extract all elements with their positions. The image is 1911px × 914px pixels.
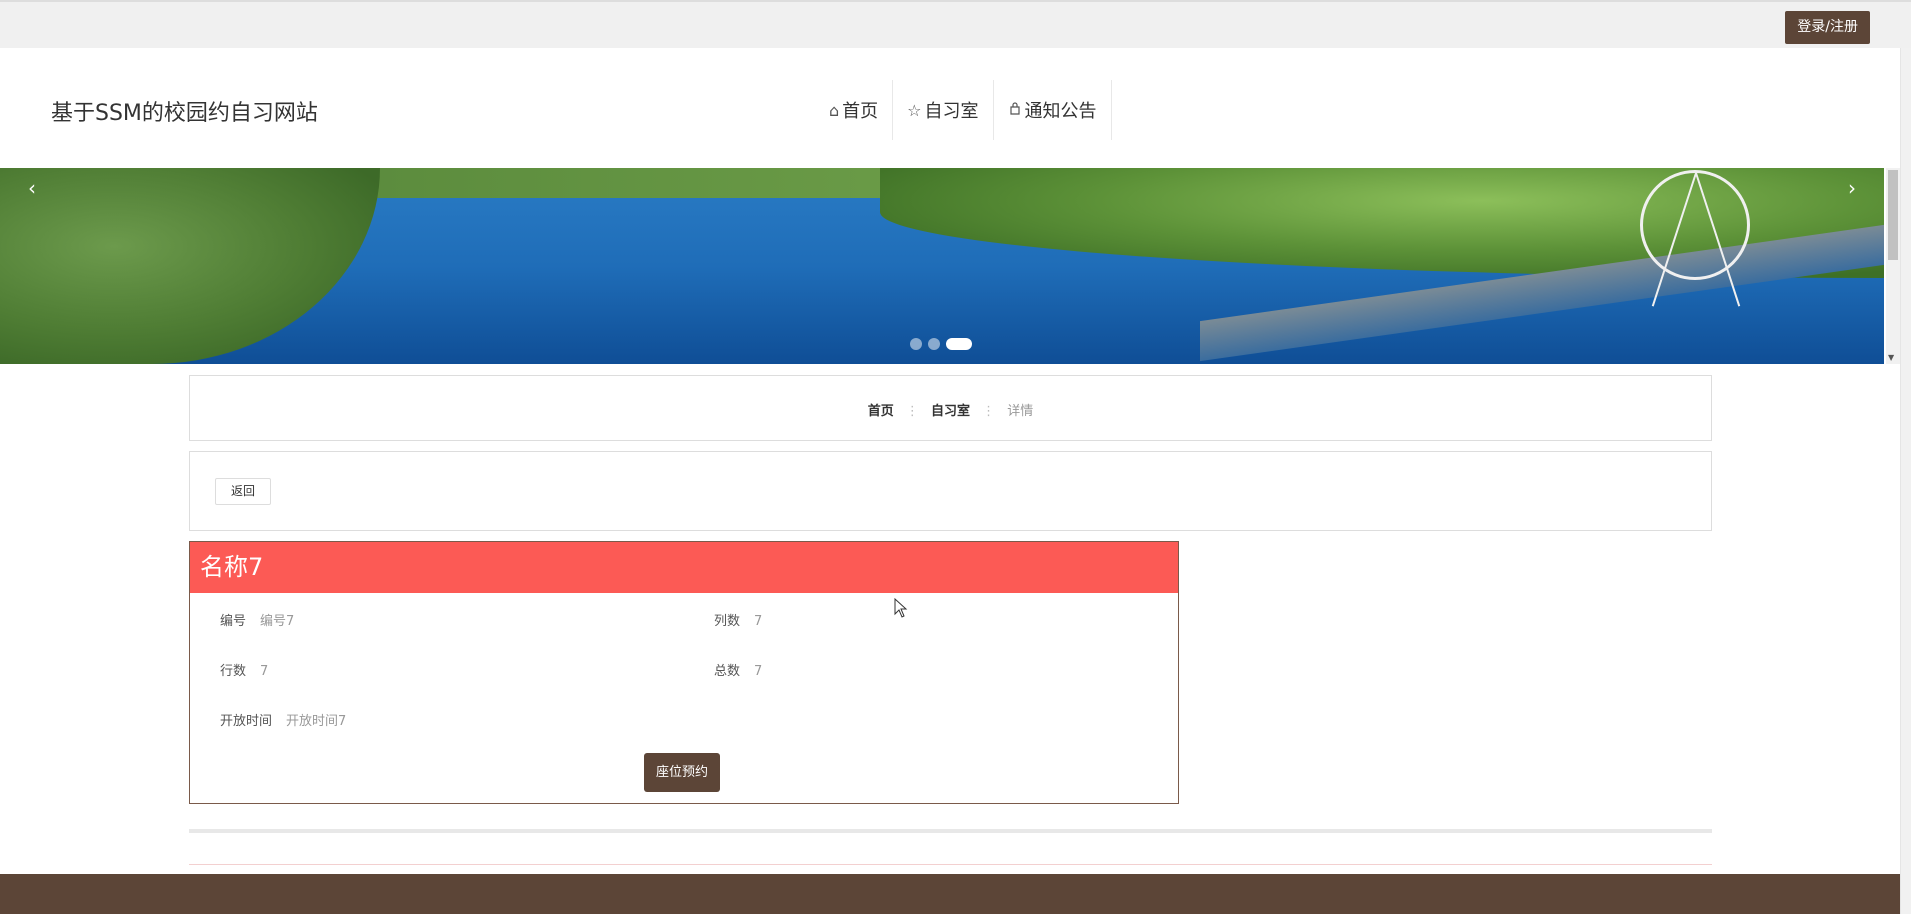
banner-scrollbar[interactable]: ▼ bbox=[1886, 168, 1900, 364]
breadcrumb-section[interactable]: 自习室 bbox=[931, 404, 970, 419]
scroll-down-icon[interactable]: ▼ bbox=[1888, 353, 1894, 362]
field-total: 总数 7 bbox=[714, 660, 762, 679]
reserve-seat-button[interactable]: 座位预约 bbox=[644, 753, 720, 792]
login-register-button[interactable]: 登录/注册 bbox=[1785, 11, 1870, 44]
field-label: 总数 bbox=[714, 664, 741, 679]
field-value: 编号7 bbox=[260, 614, 295, 629]
field-value: 7 bbox=[754, 664, 763, 679]
bag-icon bbox=[1008, 101, 1022, 120]
site-footer bbox=[0, 874, 1900, 914]
page-scrollbar[interactable] bbox=[1900, 48, 1911, 914]
breadcrumb: 首页 ⋮ 自习室 ⋮ 详情 bbox=[189, 375, 1712, 441]
comment-area bbox=[189, 829, 1712, 865]
field-cols: 列数 7 bbox=[714, 610, 762, 629]
detail-title: 名称7 bbox=[190, 542, 1178, 593]
mouse-cursor-icon bbox=[894, 598, 908, 618]
top-bar: 登录/注册 bbox=[0, 0, 1911, 48]
field-label: 行数 bbox=[220, 664, 247, 679]
breadcrumb-separator: ⋮ bbox=[982, 404, 996, 419]
carousel-banner[interactable]: ‹ › bbox=[0, 168, 1884, 364]
field-code: 编号 编号7 bbox=[220, 610, 294, 629]
star-icon: ☆ bbox=[907, 100, 922, 120]
home-icon: ⌂ bbox=[829, 100, 840, 120]
banner-image-part bbox=[0, 168, 380, 364]
field-label: 编号 bbox=[220, 614, 247, 629]
field-label: 开放时间 bbox=[220, 714, 273, 729]
carousel-dot-active[interactable] bbox=[946, 338, 972, 350]
field-value: 7 bbox=[260, 664, 269, 679]
nav-item-notices[interactable]: 通知公告 bbox=[994, 80, 1112, 140]
field-label: 列数 bbox=[714, 614, 741, 629]
field-open-time: 开放时间 开放时间7 bbox=[220, 710, 346, 729]
breadcrumb-current: 详情 bbox=[1007, 404, 1034, 419]
nav-item-label: 首页 bbox=[842, 101, 879, 122]
field-rows: 行数 7 bbox=[220, 660, 268, 679]
nav-item-study-room[interactable]: ☆ 自习室 bbox=[893, 80, 994, 140]
carousel-indicators bbox=[910, 338, 972, 350]
field-value: 开放时间7 bbox=[286, 714, 347, 729]
site-title: 基于SSM的校园约自习网站 bbox=[51, 101, 318, 126]
ferris-wheel-graphic bbox=[1640, 170, 1750, 280]
field-value: 7 bbox=[754, 614, 763, 629]
action-bar: 返回 bbox=[189, 451, 1712, 531]
main-nav: ⌂ 首页 ☆ 自习室 通知公告 bbox=[815, 80, 1112, 140]
nav-item-home[interactable]: ⌂ 首页 bbox=[815, 80, 894, 140]
back-button[interactable]: 返回 bbox=[215, 478, 271, 505]
scrollbar-thumb[interactable] bbox=[1888, 170, 1898, 260]
carousel-prev-icon[interactable]: ‹ bbox=[28, 176, 36, 200]
nav-item-label: 自习室 bbox=[924, 101, 979, 122]
carousel-dot[interactable] bbox=[910, 338, 922, 350]
detail-card: 名称7 编号 编号7 列数 7 行数 7 总数 7 开放时间 开放时间7 座位预约 bbox=[189, 541, 1179, 804]
breadcrumb-home[interactable]: 首页 bbox=[868, 404, 894, 419]
nav-item-label: 通知公告 bbox=[1024, 101, 1097, 122]
site-header: 基于SSM的校园约自习网站 ⌂ 首页 ☆ 自习室 通知公告 bbox=[0, 48, 1900, 168]
carousel-dot[interactable] bbox=[928, 338, 940, 350]
breadcrumb-separator: ⋮ bbox=[905, 404, 919, 419]
carousel-next-icon[interactable]: › bbox=[1848, 176, 1856, 200]
